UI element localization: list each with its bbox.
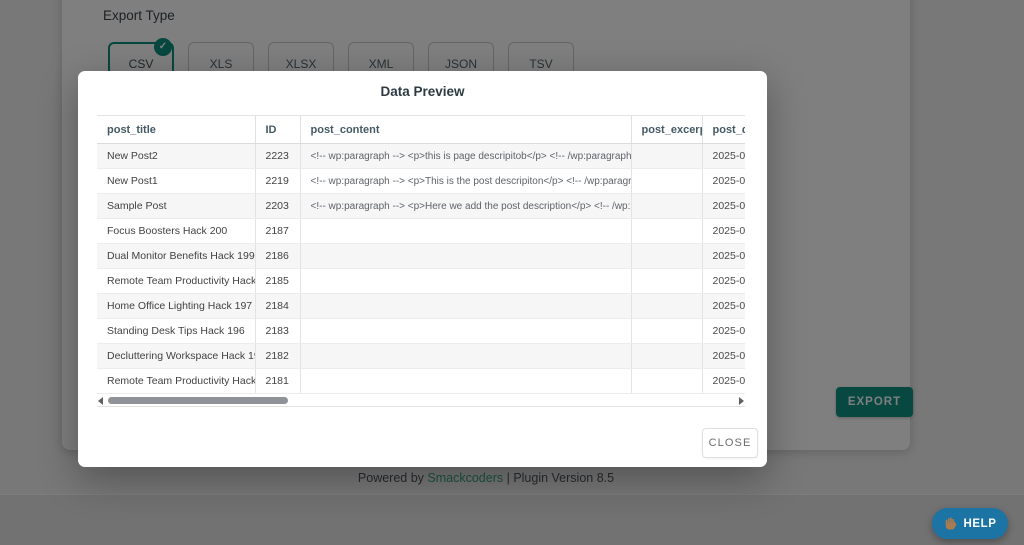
- cell-post_title: Sample Post: [97, 194, 255, 219]
- table-row: Home Office Lighting Hack 1972184 2025-04…: [97, 294, 745, 319]
- cell-id: 2181: [255, 369, 300, 394]
- cell-post_date: 2025-04-: [702, 244, 745, 269]
- cell-post_date: 2025-04-: [702, 169, 745, 194]
- cell-post_content: [300, 219, 631, 244]
- cell-id: 2184: [255, 294, 300, 319]
- table-row: New Post22223<!-- wp:paragraph --> <p>th…: [97, 144, 745, 169]
- scroll-right-arrow-icon[interactable]: [739, 397, 744, 405]
- cell-post_excerpt: [631, 144, 702, 169]
- cell-post_title: Remote Team Productivity Hack 198: [97, 269, 255, 294]
- cell-post_title: Standing Desk Tips Hack 196: [97, 319, 255, 344]
- screen: Export Type ✓ CSV XLS XLSX XML JSON TSV …: [0, 0, 1024, 545]
- cell-post_title: Decluttering Workspace Hack 195: [97, 344, 255, 369]
- cell-post_excerpt: [631, 169, 702, 194]
- table-row: Dual Monitor Benefits Hack 1992186 2025-0…: [97, 244, 745, 269]
- cell-post_content: [300, 294, 631, 319]
- preview-table-viewport: post_titleIDpost_contentpost_excerptpost…: [97, 115, 745, 407]
- cell-post_content: [300, 269, 631, 294]
- cell-id: 2219: [255, 169, 300, 194]
- cell-id: 2186: [255, 244, 300, 269]
- cell-post_date: 2025-04-: [702, 144, 745, 169]
- cell-post_content: [300, 369, 631, 394]
- column-header-post_title: post_title: [97, 116, 255, 144]
- horizontal-scrollbar[interactable]: [97, 394, 745, 407]
- cell-post_title: Focus Boosters Hack 200: [97, 219, 255, 244]
- cell-post_content: <!-- wp:paragraph --> <p>This is the pos…: [300, 169, 631, 194]
- cell-post_content: <!-- wp:paragraph --> <p>this is page de…: [300, 144, 631, 169]
- help-button-label: HELP: [963, 518, 996, 530]
- cell-post_date: 2025-04-: [702, 269, 745, 294]
- table-row: Focus Boosters Hack 2002187 2025-04-: [97, 219, 745, 244]
- cell-id: 2182: [255, 344, 300, 369]
- help-button[interactable]: HELP: [932, 508, 1008, 539]
- scroll-left-arrow-icon[interactable]: [98, 397, 103, 405]
- close-button[interactable]: CLOSE: [702, 428, 758, 458]
- cell-id: 2183: [255, 319, 300, 344]
- table-row: Remote Team Productivity Hack 1982185 202…: [97, 269, 745, 294]
- cell-id: 2187: [255, 219, 300, 244]
- cell-post_date: 2025-04-: [702, 194, 745, 219]
- cell-post_title: New Post2: [97, 144, 255, 169]
- cell-post_excerpt: [631, 294, 702, 319]
- table-row: New Post12219<!-- wp:paragraph --> <p>Th…: [97, 169, 745, 194]
- table-row: Remote Team Productivity Hack 1942181 202…: [97, 369, 745, 394]
- cell-post_date: 2025-04-: [702, 344, 745, 369]
- table-row: Sample Post2203<!-- wp:paragraph --> <p>…: [97, 194, 745, 219]
- preview-table: post_titleIDpost_contentpost_excerptpost…: [97, 115, 745, 394]
- cell-id: 2203: [255, 194, 300, 219]
- table-header-row: post_titleIDpost_contentpost_excerptpost…: [97, 116, 745, 144]
- column-header-post_date: post_date: [702, 116, 745, 144]
- cell-post_date: 2025-04-: [702, 319, 745, 344]
- cell-post_title: Home Office Lighting Hack 197: [97, 294, 255, 319]
- cell-post_excerpt: [631, 219, 702, 244]
- column-header-post_content: post_content: [300, 116, 631, 144]
- cell-post_excerpt: [631, 269, 702, 294]
- data-preview-modal: Data Preview post_titleIDpost_contentpos…: [78, 71, 767, 467]
- cell-post_excerpt: [631, 194, 702, 219]
- modal-title: Data Preview: [78, 84, 767, 99]
- cell-post_title: New Post1: [97, 169, 255, 194]
- cell-post_title: Dual Monitor Benefits Hack 199: [97, 244, 255, 269]
- column-header-ID: ID: [255, 116, 300, 144]
- cell-id: 2223: [255, 144, 300, 169]
- cell-post_date: 2025-04-: [702, 294, 745, 319]
- cell-post_date: 2025-04-: [702, 219, 745, 244]
- cell-post_excerpt: [631, 319, 702, 344]
- scrollbar-thumb[interactable]: [108, 397, 288, 404]
- table-row: Decluttering Workspace Hack 1952182 2025-…: [97, 344, 745, 369]
- cell-post_content: [300, 319, 631, 344]
- column-header-post_excerpt: post_excerpt: [631, 116, 702, 144]
- cell-post_content: [300, 244, 631, 269]
- cell-post_excerpt: [631, 344, 702, 369]
- cell-post_date: 2025-04-: [702, 369, 745, 394]
- cell-post_title: Remote Team Productivity Hack 194: [97, 369, 255, 394]
- cell-post_excerpt: [631, 369, 702, 394]
- cell-id: 2185: [255, 269, 300, 294]
- cell-post_content: [300, 344, 631, 369]
- table-row: Standing Desk Tips Hack 1962183 2025-04-: [97, 319, 745, 344]
- hand-icon: [943, 516, 958, 531]
- cell-post_content: <!-- wp:paragraph --> <p>Here we add the…: [300, 194, 631, 219]
- cell-post_excerpt: [631, 244, 702, 269]
